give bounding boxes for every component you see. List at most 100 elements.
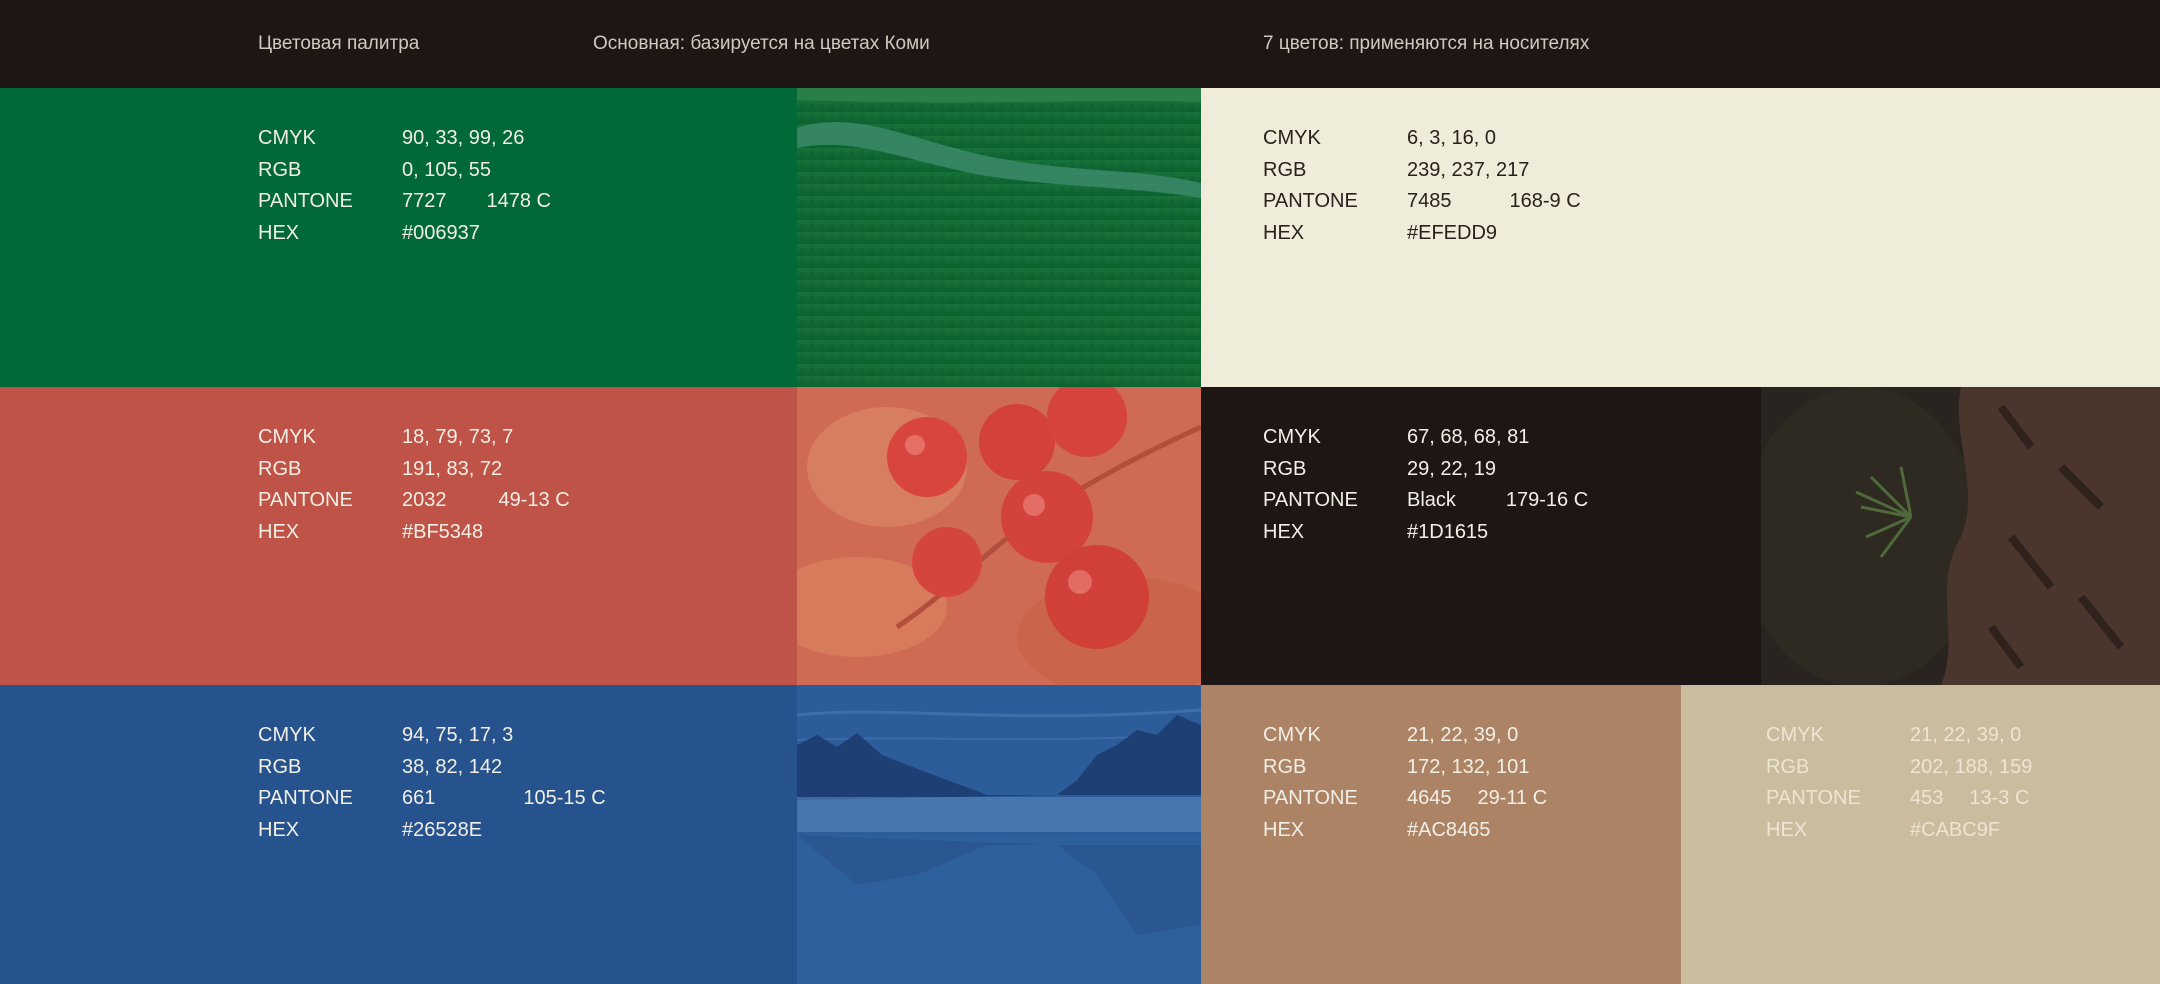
label-cmyk: CMYK <box>1263 724 1321 746</box>
spec-row-cmyk: CMYK 21, 22, 39, 0 <box>1263 720 1547 752</box>
swatch-red: CMYK 18, 79, 73, 7 RGB 191, 83, 72 PANTONE… <box>0 387 797 685</box>
value-cmyk: 90, 33, 99, 26 <box>402 127 525 149</box>
label-cmyk: CMYK <box>258 426 316 448</box>
spec-row-rgb: RGB 29, 22, 19 <box>1263 454 1588 486</box>
value-hex: #006937 <box>402 221 480 244</box>
label-pantone: PANTONE <box>1263 489 1358 511</box>
spec-blue: CMYK 94, 75, 17, 3 RGB 38, 82, 142 PANTONE… <box>258 720 606 846</box>
label-hex: HEX <box>258 818 300 841</box>
value-hex: #EFEDD9 <box>1407 221 1498 244</box>
value-pantone-alt: 13-3 C <box>1969 787 2030 809</box>
spec-row-pantone: PANTONE Black 179-16 C <box>1263 485 1588 517</box>
value-pantone: 4645 <box>1407 787 1452 809</box>
label-rgb: RGB <box>1263 755 1307 778</box>
label-pantone: PANTONE <box>258 489 353 511</box>
label-rgb: RGB <box>258 158 302 181</box>
label-rgb: RGB <box>258 457 302 480</box>
value-pantone-alt: 105-15 C <box>523 787 606 809</box>
spec-red: CMYK 18, 79, 73, 7 RGB 191, 83, 72 PANTONE… <box>258 422 570 548</box>
spec-row-pantone: PANTONE 453 13-3 C <box>1766 783 2032 815</box>
primary-colors-note: Основная: базируется на цветах Коми <box>593 33 930 54</box>
label-hex: HEX <box>1263 221 1305 244</box>
spec-row-pantone: PANTONE 7727 1478 C <box>258 186 551 218</box>
spec-row-rgb: RGB 172, 132, 101 <box>1263 752 1547 784</box>
swatch-brown: CMYK 21, 22, 39, 0 RGB 172, 132, 101 PANTO… <box>1201 685 1681 984</box>
value-hex: #AC8465 <box>1407 818 1491 841</box>
value-pantone: Black <box>1407 489 1456 511</box>
spec-row-cmyk: CMYK 67, 68, 68, 81 <box>1263 422 1588 454</box>
value-rgb: 239, 237, 217 <box>1407 158 1530 181</box>
label-pantone: PANTONE <box>1263 190 1358 212</box>
value-cmyk: 94, 75, 17, 3 <box>402 724 514 746</box>
label-cmyk: CMYK <box>1263 426 1321 448</box>
spec-row-pantone: PANTONE 2032 49-13 C <box>258 485 570 517</box>
value-pantone: 7485 <box>1407 190 1452 212</box>
value-cmyk: 67, 68, 68, 81 <box>1407 426 1530 448</box>
spec-row-rgb: RGB 239, 237, 217 <box>1263 155 1581 187</box>
label-hex: HEX <box>1766 818 1808 841</box>
value-pantone-alt: 168-9 C <box>1509 190 1581 212</box>
spec-row-hex: HEX #1D1615 <box>1263 517 1588 549</box>
value-rgb: 172, 132, 101 <box>1407 755 1530 778</box>
label-cmyk: CMYK <box>1766 724 1824 746</box>
swatch-blue: CMYK 94, 75, 17, 3 RGB 38, 82, 142 PANTONE… <box>0 685 797 984</box>
value-cmyk: 6, 3, 16, 0 <box>1407 127 1496 149</box>
value-pantone: 661 <box>402 787 436 809</box>
swatch-green: CMYK 90, 33, 99, 26 RGB 0, 105, 55 PANTONE… <box>0 88 797 387</box>
color-palette-page: Цветовая палитра Основная: базируется на… <box>0 0 2160 984</box>
value-pantone: 2032 <box>402 489 447 511</box>
spec-row-cmyk: CMYK 18, 79, 73, 7 <box>258 422 570 454</box>
label-rgb: RGB <box>1263 457 1307 480</box>
spec-row-cmyk: CMYK 6, 3, 16, 0 <box>1263 123 1581 155</box>
forest-river-photo <box>797 88 1201 387</box>
label-cmyk: CMYK <box>258 724 316 746</box>
value-hex: #1D1615 <box>1407 520 1489 543</box>
spec-row-hex: HEX #BF5348 <box>258 517 570 549</box>
swatch-black: CMYK 67, 68, 68, 81 RGB 29, 22, 19 PANTONE… <box>1201 387 1761 685</box>
lake-photo <box>797 685 1201 984</box>
label-hex: HEX <box>1263 818 1305 841</box>
tree-bark-photo <box>1761 387 2160 685</box>
label-cmyk: CMYK <box>258 127 316 149</box>
label-rgb: RGB <box>1766 755 1810 778</box>
spec-brown: CMYK 21, 22, 39, 0 RGB 172, 132, 101 PANTO… <box>1263 720 1547 846</box>
swatch-cream: CMYK 6, 3, 16, 0 RGB 239, 237, 217 PANTONE… <box>1201 88 2160 387</box>
spec-row-hex: HEX #EFEDD9 <box>1263 218 1581 250</box>
secondary-colors-note: 7 цветов: применяются на носителях <box>1263 33 1590 54</box>
label-hex: HEX <box>258 520 300 543</box>
palette-title: Цветовая палитра <box>258 33 420 54</box>
label-cmyk: CMYK <box>1263 127 1321 149</box>
label-pantone: PANTONE <box>258 190 353 212</box>
label-pantone: PANTONE <box>1263 787 1358 809</box>
value-pantone: 453 <box>1910 787 1944 809</box>
spec-row-cmyk: CMYK 94, 75, 17, 3 <box>258 720 606 752</box>
value-hex: #CABC9F <box>1910 818 2001 841</box>
berries-photo <box>797 387 1201 685</box>
spec-cream: CMYK 6, 3, 16, 0 RGB 239, 237, 217 PANTONE… <box>1263 123 1581 249</box>
spec-row-rgb: RGB 202, 188, 159 <box>1766 752 2032 784</box>
label-pantone: PANTONE <box>1766 787 1861 809</box>
value-rgb: 38, 82, 142 <box>402 755 503 778</box>
value-cmyk: 21, 22, 39, 0 <box>1407 724 1519 746</box>
value-pantone-alt: 49-13 C <box>498 489 570 511</box>
value-hex: #BF5348 <box>402 520 484 543</box>
label-rgb: RGB <box>1263 158 1307 181</box>
spec-row-pantone: PANTONE 4645 29-11 C <box>1263 783 1547 815</box>
spec-row-hex: HEX #AC8465 <box>1263 815 1547 847</box>
spec-row-pantone: PANTONE 661 105-15 C <box>258 783 606 815</box>
header-bar: Цветовая палитра Основная: базируется на… <box>0 0 2160 88</box>
spec-row-rgb: RGB 38, 82, 142 <box>258 752 606 784</box>
value-pantone-alt: 1478 C <box>486 190 552 212</box>
value-cmyk: 18, 79, 73, 7 <box>402 426 514 448</box>
value-pantone-alt: 29-11 C <box>1477 787 1548 809</box>
value-rgb: 191, 83, 72 <box>402 457 503 480</box>
spec-black: CMYK 67, 68, 68, 81 RGB 29, 22, 19 PANTONE… <box>1263 422 1588 548</box>
spec-sand: CMYK 21, 22, 39, 0 RGB 202, 188, 159 PANTO… <box>1766 720 2032 846</box>
spec-row-hex: HEX #006937 <box>258 218 551 250</box>
spec-row-pantone: PANTONE 7485 168-9 C <box>1263 186 1581 218</box>
value-hex: #26528E <box>402 818 483 841</box>
label-pantone: PANTONE <box>258 787 353 809</box>
spec-green: CMYK 90, 33, 99, 26 RGB 0, 105, 55 PANTONE… <box>258 123 551 249</box>
swatch-sand: CMYK 21, 22, 39, 0 RGB 202, 188, 159 PANTO… <box>1681 685 2160 984</box>
spec-row-cmyk: CMYK 21, 22, 39, 0 <box>1766 720 2032 752</box>
